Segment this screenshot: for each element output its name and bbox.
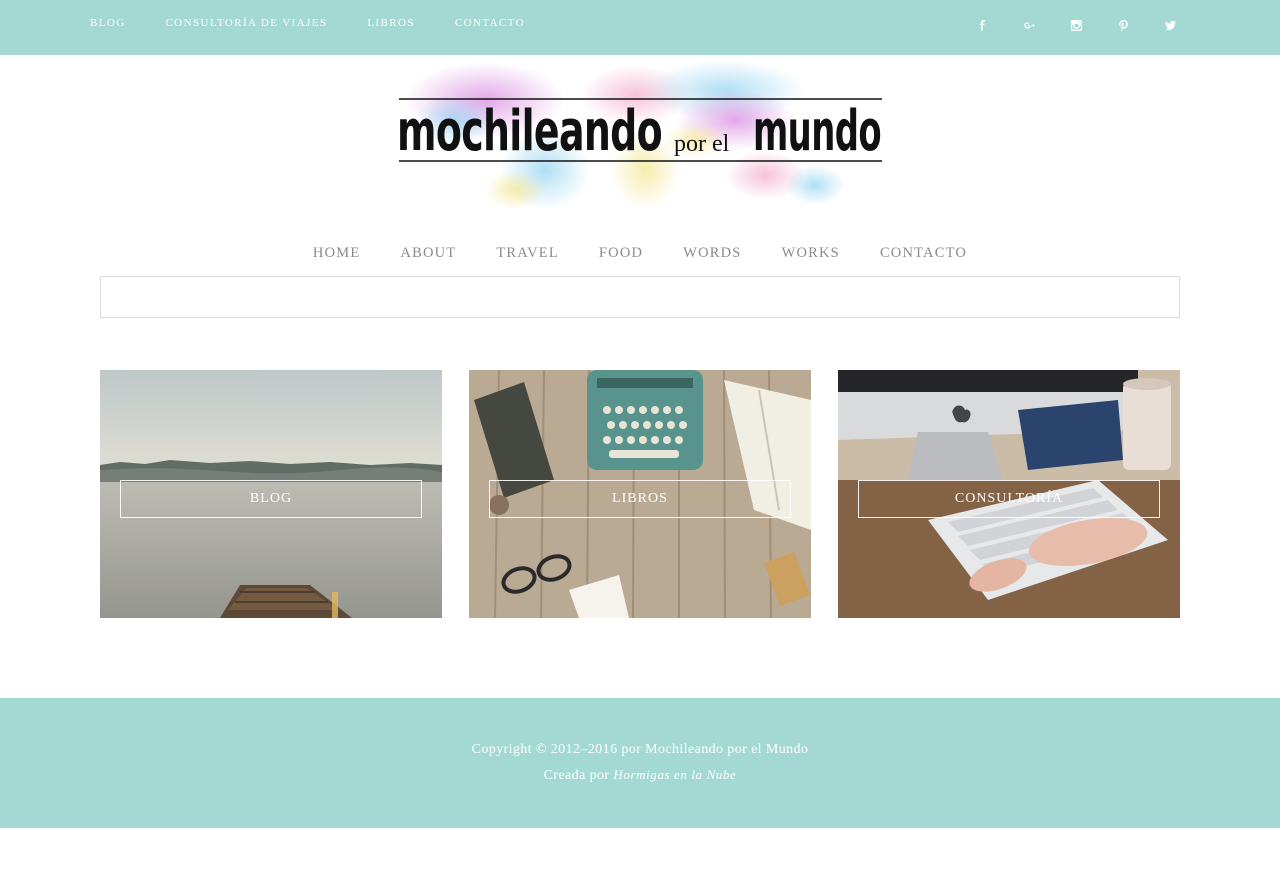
top-nav-libros[interactable]: LIBROS [367, 16, 415, 30]
top-bar: BLOG CONSULTORÍA DE VIAJES LIBROS CONTAC… [0, 0, 1280, 55]
search-bar[interactable] [100, 276, 1180, 318]
logo-word-por-el: por el [674, 131, 730, 157]
footer-copyright: Copyright © 2012–2016 por Mochileando po… [471, 742, 809, 757]
top-nav-contacto[interactable]: CONTACTO [455, 16, 525, 30]
main-nav: HOME ABOUT TRAVEL FOOD WORDS WORKS CONTA… [0, 244, 1280, 262]
nav-home[interactable]: HOME [313, 244, 361, 262]
social-links [959, 18, 1194, 34]
nav-works[interactable]: WORKS [782, 244, 840, 262]
instagram-icon[interactable] [1053, 18, 1100, 34]
card-label-blog: BLOG [120, 480, 422, 518]
logo-word-mochileando: mochileando [397, 99, 662, 164]
nav-contacto[interactable]: CONTACTO [880, 244, 967, 262]
site-logo[interactable]: mochileando por el mundo [395, 60, 885, 212]
footer-credit-link[interactable]: Hormigas en la Nube [613, 767, 736, 782]
card-consultoria[interactable]: CONSULTORÍA [838, 370, 1180, 618]
logo-word-mundo: mundo [753, 99, 881, 164]
card-libros[interactable]: LIBROS [469, 370, 811, 618]
nav-about[interactable]: ABOUT [400, 244, 456, 262]
nav-words[interactable]: WORDS [683, 244, 741, 262]
twitter-icon[interactable] [1147, 18, 1194, 34]
footer: Copyright © 2012–2016 por Mochileando po… [0, 698, 1280, 828]
footer-created-prefix: Creada por [543, 768, 610, 783]
nav-travel[interactable]: TRAVEL [496, 244, 559, 262]
google-plus-icon[interactable] [1006, 18, 1053, 34]
pinterest-icon[interactable] [1100, 18, 1147, 34]
card-label-consultoria: CONSULTORÍA [858, 480, 1160, 518]
facebook-icon[interactable] [959, 18, 1006, 34]
card-blog[interactable]: BLOG [100, 370, 442, 618]
top-nav-blog[interactable]: BLOG [90, 16, 126, 30]
card-label-libros: LIBROS [489, 480, 791, 518]
footer-credits: Creada por Hormigas en la Nube [0, 767, 1280, 784]
top-nav-consultoria[interactable]: CONSULTORÍA DE VIAJES [166, 16, 328, 30]
top-nav: BLOG CONSULTORÍA DE VIAJES LIBROS CONTAC… [90, 16, 565, 30]
nav-food[interactable]: FOOD [599, 244, 643, 262]
